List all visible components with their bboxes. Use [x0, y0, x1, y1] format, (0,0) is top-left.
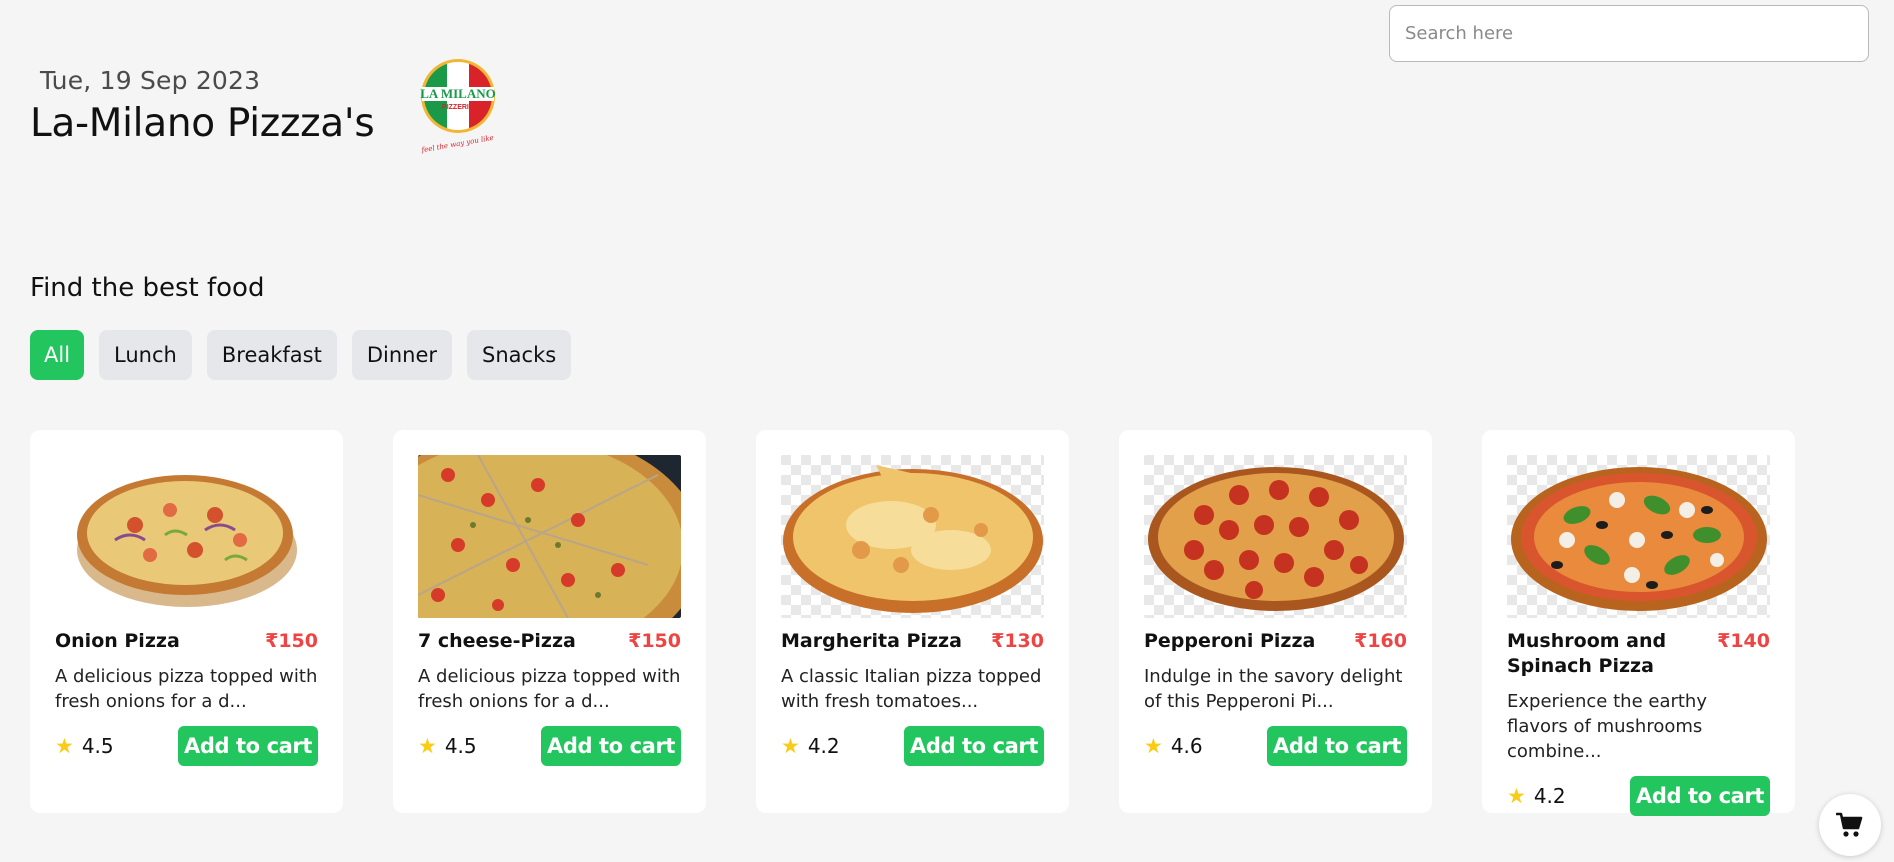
product-name: Pepperoni Pizza — [1144, 630, 1316, 652]
pepperoni-pizza-image — [1144, 455, 1407, 618]
product-description: A classic Italian pizza topped with fres… — [781, 666, 1042, 712]
cart-fab-button[interactable] — [1819, 794, 1881, 856]
product-name: Margherita Pizza — [781, 630, 962, 652]
mushroom-spinach-pizza-image — [1507, 455, 1770, 618]
star-icon: ★ — [418, 733, 437, 758]
rating-value: 4.2 — [1533, 784, 1566, 808]
add-to-cart-button[interactable]: Add to cart — [903, 726, 1044, 766]
current-date: Tue, 19 Sep 2023 — [40, 66, 261, 95]
product-rating: ★ 4.2 — [781, 734, 840, 758]
product-description: Indulge in the savory delight of this Pe… — [1144, 666, 1403, 712]
product-name: 7 cheese-Pizza — [418, 630, 576, 652]
logo-sub-text: PIZZERIA — [442, 104, 474, 111]
category-filter: All Lunch Breakfast Dinner Snacks — [30, 330, 572, 380]
rating-value: 4.5 — [444, 734, 477, 758]
product-name: Onion Pizza — [55, 630, 180, 652]
product-name: Mushroom and Spinach Pizza — [1507, 630, 1667, 677]
product-rating: ★ 4.5 — [418, 734, 477, 758]
cheese-pizza-image — [418, 455, 681, 618]
category-breakfast[interactable]: Breakfast — [206, 330, 337, 380]
product-price: ₹150 — [628, 630, 681, 652]
product-rating: ★ 4.5 — [55, 734, 114, 758]
page-title: La-Milano Pizzza's — [30, 101, 375, 146]
add-to-cart-button[interactable]: Add to cart — [1629, 776, 1770, 816]
product-description: A delicious pizza topped with fresh onio… — [55, 666, 318, 712]
onion-pizza-image — [55, 455, 318, 618]
logo-brand-text: LA MILANO — [420, 86, 495, 101]
category-dinner[interactable]: Dinner — [351, 330, 453, 380]
shopping-cart-icon — [1836, 812, 1863, 837]
product-card[interactable]: Pepperoni Pizza ₹160 Indulge in the savo… — [1119, 430, 1432, 813]
product-card[interactable]: Onion Pizza ₹150 A delicious pizza toppe… — [30, 430, 343, 813]
star-icon: ★ — [781, 733, 800, 758]
add-to-cart-button[interactable]: Add to cart — [177, 726, 318, 766]
product-card[interactable]: Mushroom and Spinach Pizza ₹140 Experien… — [1482, 430, 1795, 816]
add-to-cart-button[interactable]: Add to cart — [1266, 726, 1407, 766]
rating-value: 4.6 — [1170, 734, 1203, 758]
rating-value: 4.2 — [807, 734, 840, 758]
star-icon: ★ — [55, 733, 74, 758]
search-input[interactable] — [1389, 5, 1869, 62]
category-all[interactable]: All — [30, 330, 85, 380]
product-price: ₹150 — [265, 630, 318, 652]
product-grid: Onion Pizza ₹150 A delicious pizza toppe… — [30, 430, 1795, 816]
section-heading: Find the best food — [30, 273, 265, 303]
product-card[interactable]: 7 cheese-Pizza ₹150 A delicious pizza to… — [393, 430, 706, 813]
product-description: Experience the earthy flavors of mushroo… — [1507, 691, 1707, 762]
page-header: Tue, 19 Sep 2023 La-Milano Pizzza's — [30, 66, 375, 146]
product-price: ₹160 — [1354, 630, 1407, 652]
product-price: ₹130 — [991, 630, 1044, 652]
star-icon: ★ — [1144, 733, 1163, 758]
category-lunch[interactable]: Lunch — [99, 330, 192, 380]
margherita-pizza-image — [781, 455, 1044, 618]
product-rating: ★ 4.2 — [1507, 784, 1566, 808]
add-to-cart-button[interactable]: Add to cart — [540, 726, 681, 766]
brand-logo: LA MILANO PIZZERIA feel the way you like — [408, 54, 508, 158]
product-description: A delicious pizza topped with fresh onio… — [418, 666, 681, 712]
star-icon: ★ — [1507, 783, 1526, 808]
logo-tagline: feel the way you like — [420, 134, 494, 155]
rating-value: 4.5 — [81, 734, 114, 758]
category-snacks[interactable]: Snacks — [467, 330, 572, 380]
product-price: ₹140 — [1717, 630, 1770, 652]
product-rating: ★ 4.6 — [1144, 734, 1203, 758]
product-card[interactable]: Margherita Pizza ₹130 A classic Italian … — [756, 430, 1069, 813]
